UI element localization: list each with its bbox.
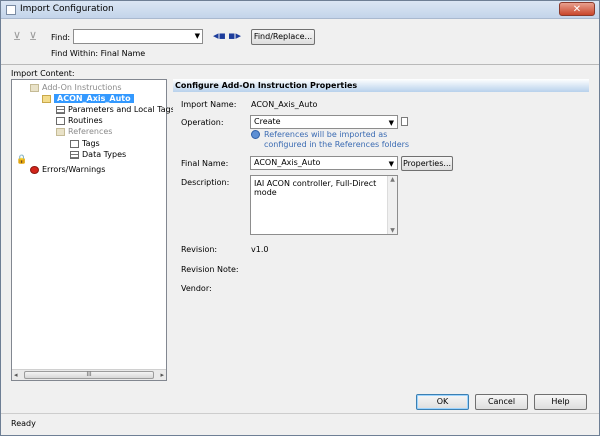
references-note-line-2: configured in the References folders (264, 140, 410, 149)
find-label: Find: (51, 33, 71, 42)
find-input[interactable]: ▼ (73, 29, 203, 44)
tags-icon (70, 139, 79, 148)
final-name-value: ACON_Axis_Auto (254, 158, 321, 167)
tree-item-label: Errors/Warnings (42, 165, 106, 174)
chevron-down-icon[interactable]: ▼ (389, 158, 394, 170)
chevron-down-icon[interactable]: ▼ (389, 117, 394, 129)
vendor-label: Vendor: (181, 284, 212, 293)
filter-clear-icon[interactable]: ⊻ (29, 31, 37, 42)
tree-item-tags[interactable]: Tags (70, 139, 100, 149)
operation-value: Create (254, 117, 281, 126)
find-previous-icon[interactable]: ◂▪ (213, 29, 226, 42)
status-separator (1, 413, 599, 414)
import-content-label: Import Content: (11, 69, 75, 78)
description-value: IAI ACON controller, Full-Direct mode (254, 179, 377, 197)
tree-item-label: Tags (82, 139, 100, 148)
status-bar: Ready (11, 419, 36, 428)
tree-item-label: ACON_Axis_Auto (54, 94, 134, 103)
title-bar: Import Configuration ✕ (1, 1, 599, 19)
revision-note-label: Revision Note: (181, 265, 239, 274)
folder-icon (56, 127, 65, 136)
routines-icon (56, 116, 65, 125)
scroll-up-icon[interactable]: ▲ (388, 176, 397, 183)
tree-item-label: Parameters and Local Tags (68, 105, 175, 114)
filter-icon[interactable]: ⊻ (13, 31, 21, 42)
description-label: Description: (181, 178, 230, 187)
chevron-down-icon[interactable]: ▼ (195, 32, 200, 40)
help-button[interactable]: Help (534, 394, 587, 410)
scroll-left-icon[interactable]: ◂ (14, 371, 18, 379)
close-button[interactable]: ✕ (559, 2, 595, 16)
lock-icon: 🔒 (16, 155, 28, 165)
import-configuration-window: Import Configuration ✕ ⊻ ⊻ Find: ▼ ◂▪ ▪▸… (0, 0, 600, 436)
folder-icon (30, 83, 39, 92)
scroll-thumb[interactable]: III (24, 371, 154, 379)
final-name-label: Final Name: (181, 159, 229, 168)
properties-panel: Configure Add-On Instruction Properties … (173, 79, 589, 381)
data-types-icon (70, 150, 79, 159)
ok-button[interactable]: OK (416, 394, 469, 410)
tree-item-label: Routines (68, 116, 103, 125)
references-note: References will be imported as configure… (264, 130, 409, 150)
import-name-value: ACON_Axis_Auto (251, 100, 318, 109)
tree-item-data-types[interactable]: Data Types (70, 150, 126, 160)
import-name-label: Import Name: (181, 100, 237, 109)
tree-item-parameters[interactable]: Parameters and Local Tags (56, 105, 175, 115)
scroll-right-icon[interactable]: ▸ (160, 371, 164, 379)
error-icon (30, 165, 39, 174)
tree-item-acon-axis-auto[interactable]: ACON_Axis_Auto (42, 94, 134, 104)
tree-horizontal-scrollbar[interactable]: ◂ III ▸ (12, 369, 166, 380)
tree-item-label: Add-On Instructions (42, 83, 122, 92)
find-within-text: Find Within: Final Name (51, 49, 146, 58)
import-content-tree: Add-On Instructions ACON_Axis_Auto Param… (11, 79, 175, 381)
tree-item-errors-warnings[interactable]: Errors/Warnings (30, 165, 105, 175)
find-replace-button[interactable]: Find/Replace... (251, 29, 315, 45)
scroll-down-icon[interactable]: ▼ (388, 227, 397, 234)
tree-item-add-on-instructions[interactable]: Add-On Instructions (30, 83, 122, 93)
tree-item-label: Data Types (82, 150, 127, 159)
window-icon (6, 5, 16, 15)
revision-label: Revision: (181, 245, 218, 254)
revision-value: v1.0 (251, 245, 269, 254)
parameters-icon (56, 105, 65, 114)
properties-button[interactable]: Properties... (401, 156, 453, 171)
references-note-line-1: References will be imported as (264, 130, 388, 139)
find-next-icon[interactable]: ▪▸ (228, 29, 241, 42)
window-title: Import Configuration (20, 4, 114, 14)
operation-select[interactable]: Create ▼ (250, 115, 398, 129)
final-name-select[interactable]: ACON_Axis_Auto ▼ (250, 156, 398, 170)
info-icon (251, 130, 260, 139)
properties-header: Configure Add-On Instruction Properties (173, 79, 589, 92)
find-toolbar: ⊻ ⊻ Find: ▼ ◂▪ ▪▸ Find/Replace... Find W… (1, 19, 599, 65)
description-textarea[interactable]: IAI ACON controller, Full-Direct mode ▲ … (250, 175, 398, 235)
cancel-button[interactable]: Cancel (475, 394, 528, 410)
tree-item-routines[interactable]: Routines (56, 116, 103, 126)
tree-item-references[interactable]: References (56, 127, 112, 137)
document-icon[interactable] (401, 117, 408, 126)
operation-label: Operation: (181, 118, 224, 127)
add-on-instruction-icon (42, 94, 51, 103)
tree-item-label: References (68, 127, 113, 136)
description-scrollbar[interactable]: ▲ ▼ (387, 176, 397, 234)
